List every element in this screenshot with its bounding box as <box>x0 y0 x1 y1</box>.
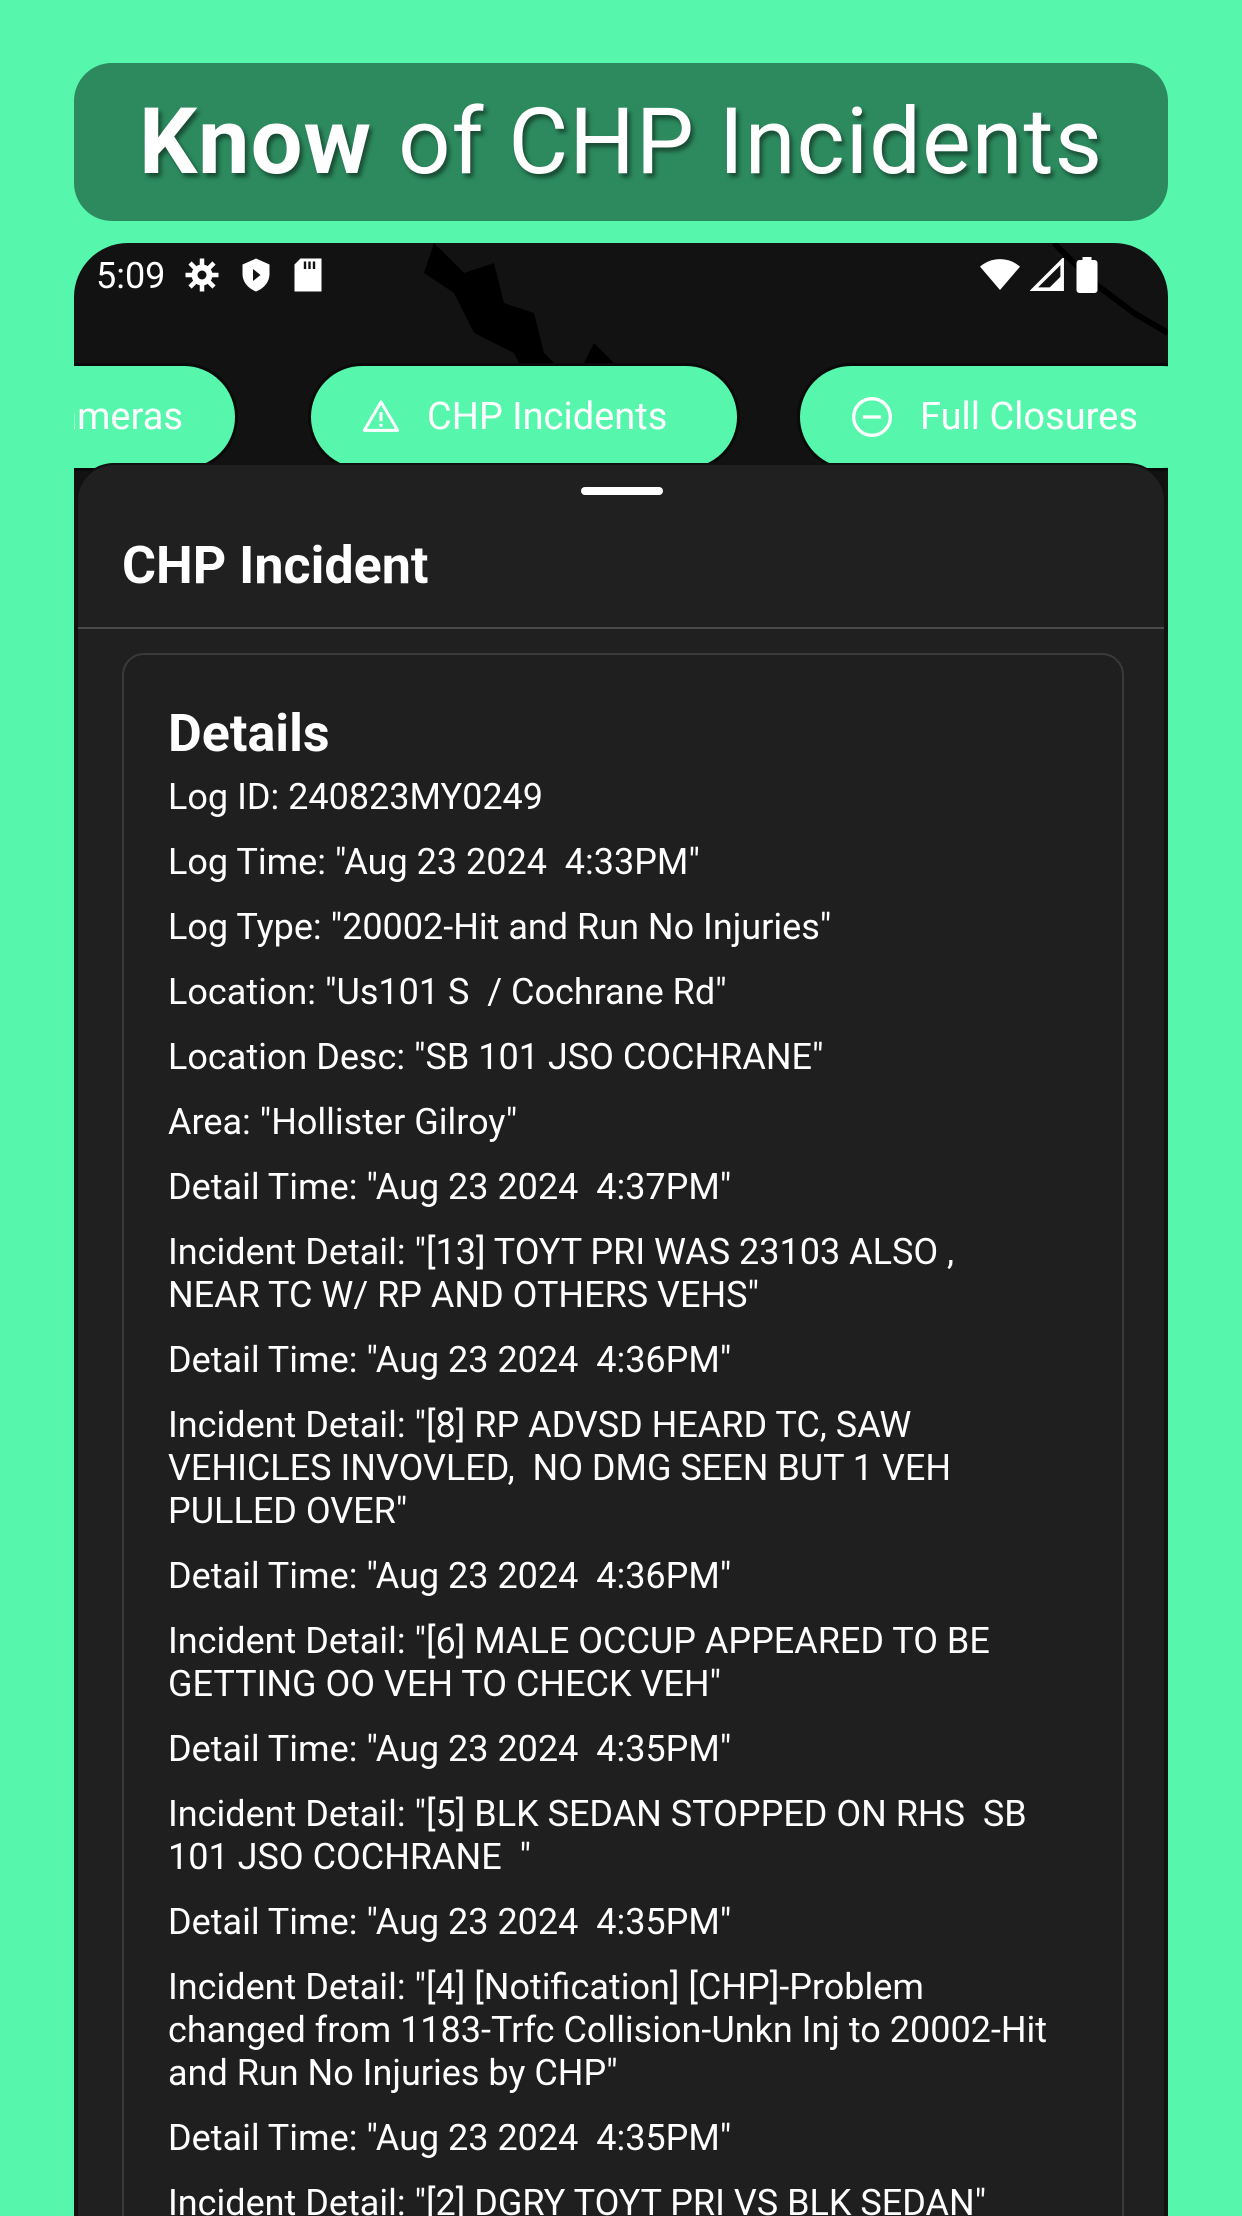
detail-line: Incident Detail: "[2] DGRY TOYT PRI VS B… <box>168 2182 987 2216</box>
detail-line: Log Type: "20002-Hit and Run No Injuries… <box>168 906 832 948</box>
detail-line: Incident Detail: "[8] RP ADVSD HEARD TC,… <box>168 1404 952 1532</box>
promo-headline: Know of CHP Incidents <box>74 63 1168 221</box>
detail-line: Area: "Hollister Gilroy" <box>168 1101 518 1143</box>
chip-chp-incidents[interactable]: CHP Incidents <box>308 363 740 471</box>
detail-line: Detail Time: "Aug 23 2024 4:35PM" <box>168 1901 732 1943</box>
detail-line: Log Time: "Aug 23 2024 4:33PM" <box>168 841 700 883</box>
detail-line: Incident Detail: "[13] TOYT PRI WAS 2310… <box>168 1231 955 1316</box>
closure-icon <box>852 397 892 437</box>
detail-line: Detail Time: "Aug 23 2024 4:36PM" <box>168 1555 732 1597</box>
detail-line: Detail Time: "Aug 23 2024 4:35PM" <box>168 1728 732 1770</box>
detail-line: Location: "Us101 S / Cochrane Rd" <box>168 971 727 1013</box>
signal-icon <box>1030 258 1064 291</box>
divider <box>78 627 1164 629</box>
headline-strong: Know <box>138 88 373 196</box>
headline-rest: of CHP Incidents <box>398 88 1104 196</box>
status-left-icons <box>184 257 324 293</box>
detail-line: Detail Time: "Aug 23 2024 4:35PM" <box>168 2117 732 2159</box>
details-heading: Details <box>168 703 330 764</box>
detail-line: Detail Time: "Aug 23 2024 4:36PM" <box>168 1339 732 1381</box>
status-right-icons <box>980 257 1098 293</box>
chip-full-closures[interactable]: Full Closures <box>797 363 1168 471</box>
wifi-icon <box>980 259 1020 290</box>
chip-chp-incidents-label: CHP Incidents <box>427 395 668 439</box>
warning-icon <box>362 400 400 432</box>
sheet-title: CHP Incident <box>122 535 429 596</box>
detail-line: Incident Detail: "[5] BLK SEDAN STOPPED … <box>168 1793 1027 1878</box>
settings-icon <box>185 258 219 292</box>
detail-line: Incident Detail: "[4] [Notification] [CH… <box>168 1966 1048 2094</box>
chip-full-closures-label: Full Closures <box>920 395 1138 439</box>
detail-line: Incident Detail: "[6] MALE OCCUP APPEARE… <box>168 1620 990 1705</box>
detail-line: Detail Time: "Aug 23 2024 4:37PM" <box>168 1166 732 1208</box>
chip-cameras-label: ameras <box>74 395 183 439</box>
phone-screen: 5:09 ameras CHP Incidents Full Closures … <box>74 243 1168 2216</box>
details-card: Details Log ID: 240823MY0249 Log Time: "… <box>122 653 1124 2216</box>
filter-chips: ameras CHP Incidents Full Closures <box>74 363 1168 475</box>
status-time: 5:09 <box>96 255 166 297</box>
detail-line: Log ID: 240823MY0249 <box>168 776 544 818</box>
sd-card-icon <box>294 258 322 292</box>
shield-icon <box>242 258 270 292</box>
chip-cameras[interactable]: ameras <box>74 363 238 471</box>
battery-icon <box>1076 257 1098 293</box>
status-bar: 5:09 <box>74 243 1168 313</box>
detail-line: Location Desc: "SB 101 JSO COCHRANE" <box>168 1036 824 1078</box>
bottom-sheet: CHP Incident Details Log ID: 240823MY024… <box>76 463 1166 2216</box>
drag-handle[interactable] <box>581 487 663 495</box>
